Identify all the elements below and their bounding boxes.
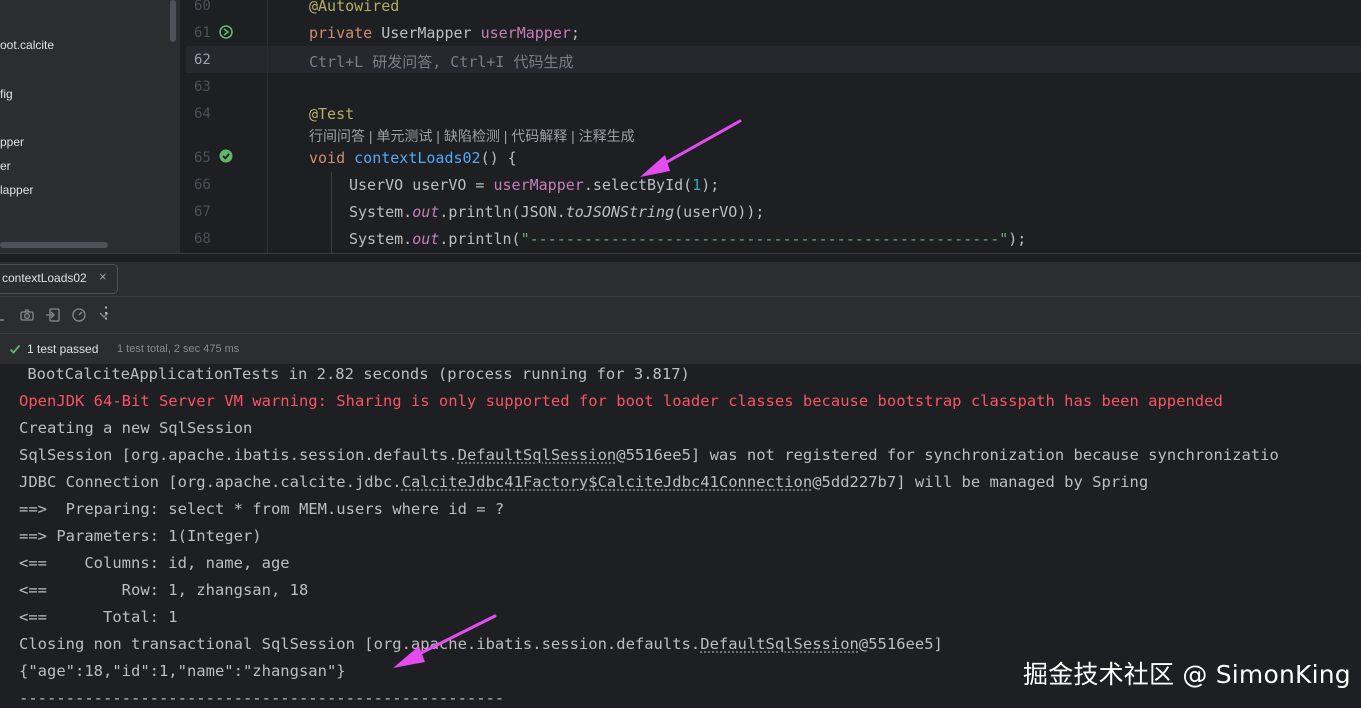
console-text: @5dd227b7] will be managed by Spring xyxy=(812,473,1149,491)
console-text: Closing non transactional SqlSession [or… xyxy=(19,635,701,653)
tree-item[interactable]: pper xyxy=(0,135,24,149)
tree-item[interactable]: lapper xyxy=(0,183,33,197)
run-tab-bar: contextLoads02 × xyxy=(0,262,1361,297)
code-line-60: @Autowired xyxy=(309,0,399,15)
line-number: 63 xyxy=(194,79,211,95)
console-line-json-result: {"age":18,"id":1,"name":"zhangsan"} xyxy=(19,662,346,680)
tree-item[interactable]: er xyxy=(0,159,11,173)
watermark: 掘金技术社区 @ SimonKing xyxy=(1023,660,1351,689)
code-line-61: private UserMapper userMapper; xyxy=(309,24,580,42)
console-line: ----------------------------------------… xyxy=(19,689,505,707)
static-field: out xyxy=(412,203,440,221)
static-field: out xyxy=(412,230,440,248)
annotation: @Autowired xyxy=(309,0,400,15)
field-name: userMapper xyxy=(493,176,584,194)
line-number: 66 xyxy=(194,177,211,193)
console-line: <== Row: 1, zhangsan, 18 xyxy=(19,581,309,599)
vertical-scrollbar[interactable] xyxy=(170,0,176,42)
line-number: 68 xyxy=(194,231,211,247)
code-text: ); xyxy=(1008,230,1027,248)
tests-passed-label: 1 test passed xyxy=(27,342,99,356)
coverage-gauge-icon[interactable] xyxy=(71,307,87,323)
bean-navigate-icon[interactable] xyxy=(219,25,233,39)
keyword: void xyxy=(309,149,346,167)
code-editor[interactable]: 60 61 62 63 64 65 66 67 68 @Autowired pr… xyxy=(186,0,1361,253)
code-line-65: void contextLoads02() { xyxy=(309,149,517,167)
class-link[interactable]: DefaultSqlSession xyxy=(458,446,617,464)
type-name: UserMapper xyxy=(372,24,481,42)
code-line-67: System.out.println(JSON.toJSONString(use… xyxy=(349,203,764,221)
tree-item[interactable]: fig xyxy=(0,87,13,101)
line-number: 60 xyxy=(194,0,211,14)
code-text: System. xyxy=(349,230,413,248)
console-line: <== Columns: id, name, age xyxy=(19,554,290,572)
console-text: @5516ee5] xyxy=(858,635,943,653)
console-line: SqlSession [org.apache.ibatis.session.de… xyxy=(19,446,1279,464)
string-literal: "---------------------------------------… xyxy=(520,230,1009,248)
code-text: UserVO userVO = xyxy=(349,176,494,194)
console-line: <== Total: 1 xyxy=(19,608,178,626)
annotation-arrow-icon xyxy=(640,119,742,177)
code-line-64: @Test xyxy=(309,105,354,123)
annotation: @Test xyxy=(309,105,355,123)
gutter-divider xyxy=(267,0,268,253)
console-line: JDBC Connection [org.apache.calcite.jdbc… xyxy=(19,473,1148,491)
more-options-icon[interactable]: ⋮ xyxy=(98,306,114,322)
test-status-bar: 1 test passed 1 test total, 2 sec 475 ms xyxy=(0,334,1361,366)
code-text: .println(JSON. xyxy=(439,203,566,221)
code-line-68: System.out.println("--------------------… xyxy=(349,230,1026,248)
indent-guide xyxy=(331,172,332,253)
annotation-arrow-icon xyxy=(393,614,497,668)
test-summary: 1 test total, 2 sec 475 ms xyxy=(117,343,240,355)
console-text: SqlSession [org.apache.ibatis.session.de… xyxy=(19,446,458,464)
code-text: System. xyxy=(349,203,413,221)
close-icon[interactable]: × xyxy=(99,269,107,284)
project-tree-panel: oot.calcite fig pper er lapper xyxy=(0,0,180,253)
keyword: private xyxy=(309,24,373,42)
punct: () { xyxy=(480,149,517,167)
run-tab-label: contextLoads02 xyxy=(2,271,87,285)
check-icon xyxy=(9,344,21,354)
punct: ; xyxy=(570,24,580,42)
line-number: 64 xyxy=(194,106,211,122)
ai-inlay-actions[interactable]: 行间问答 | 单元测试 | 缺陷检测 | 代码解释 | 注释生成 xyxy=(309,126,635,146)
rerun-icon[interactable] xyxy=(0,307,10,323)
code-text: (userVO)); xyxy=(674,203,765,221)
line-number: 67 xyxy=(194,204,211,220)
run-test-passed-icon[interactable] xyxy=(219,149,233,163)
console-line-warning: OpenJDK 64-Bit Server VM warning: Sharin… xyxy=(19,392,1223,410)
console-line: ==> Parameters: 1(Integer) xyxy=(19,527,262,545)
console-text: @5516ee5] was not registered for synchro… xyxy=(616,446,1279,464)
import-test-results-icon[interactable] xyxy=(45,307,61,323)
method-name: contextLoads02 xyxy=(345,149,481,167)
line-number: 61 xyxy=(194,25,211,41)
code-line-62-ai-hint: Ctrl+L 研发问答, Ctrl+I 代码生成 xyxy=(309,53,574,71)
console-text: JDBC Connection [org.apache.calcite.jdbc… xyxy=(19,473,402,491)
static-method: toJSONString xyxy=(565,203,675,221)
console-line: Creating a new SqlSession xyxy=(19,419,253,437)
console-line: ==> Preparing: select * from MEM.users w… xyxy=(19,500,505,518)
line-number: 62 xyxy=(194,52,211,68)
field-name: userMapper xyxy=(480,24,571,42)
horizontal-scrollbar[interactable] xyxy=(0,242,108,248)
run-tab-contextloads02[interactable]: contextLoads02 × xyxy=(0,264,118,294)
tree-item[interactable]: oot.calcite xyxy=(0,38,54,52)
camera-icon[interactable] xyxy=(19,307,35,323)
run-toolbar: ⋮ xyxy=(0,297,1361,334)
line-number: 65 xyxy=(194,150,211,166)
code-text: .println( xyxy=(439,230,521,248)
class-link[interactable]: DefaultSqlSession xyxy=(700,635,859,653)
console-line: BootCalciteApplicationTests in 2.82 seco… xyxy=(18,365,690,383)
class-link[interactable]: CalciteJdbc41Factory$CalciteJdbc41Connec… xyxy=(402,473,813,491)
